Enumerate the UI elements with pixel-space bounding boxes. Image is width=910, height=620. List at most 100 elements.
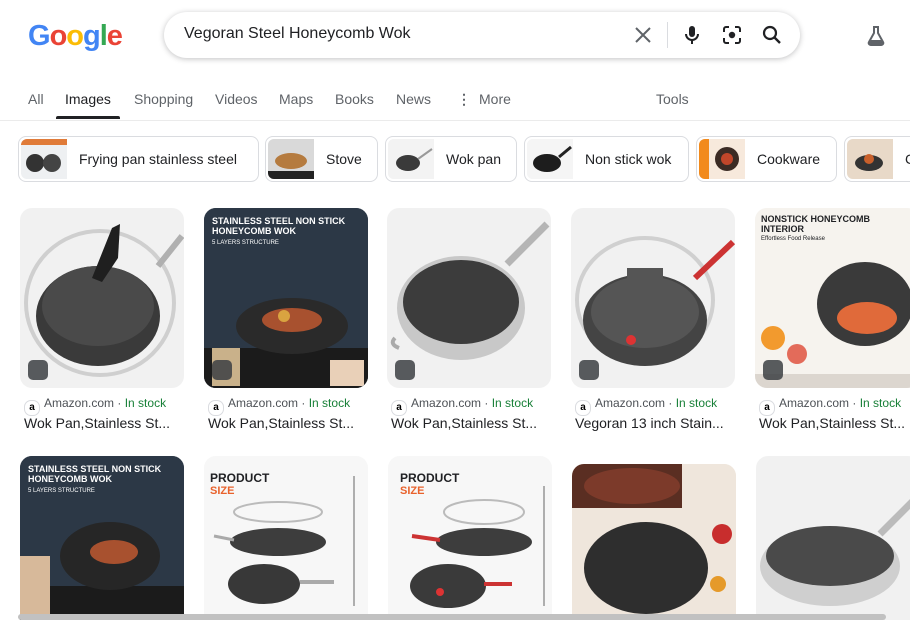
result-card[interactable]: PRODUCT SIZE: [388, 456, 552, 620]
chip-thumbnail: [527, 139, 573, 179]
separator: ·: [668, 396, 673, 410]
search-input[interactable]: Vegoran Steel Honeycomb Wok: [184, 25, 411, 43]
separator: ·: [301, 396, 306, 410]
result-image[interactable]: PRODUCT SIZE: [388, 456, 552, 620]
tab-more-label: More: [479, 91, 511, 107]
tab-more[interactable]: ⋮ More: [457, 91, 511, 108]
stock-status: In stock: [675, 396, 718, 410]
result-source[interactable]: a Amazon.com · In stock: [759, 396, 901, 416]
tab-images[interactable]: Images: [65, 91, 111, 107]
close-icon[interactable]: [631, 23, 655, 47]
chip-label: Cookware: [757, 151, 821, 167]
more-dots-icon: ⋮: [457, 91, 471, 107]
result-card[interactable]: STAINLESS STEEL NON STICK HONEYCOMB WOK …: [20, 456, 184, 620]
price-tag-icon: [763, 360, 783, 380]
result-card[interactable]: [572, 464, 736, 620]
result-source[interactable]: a Amazon.com · In stock: [391, 396, 533, 416]
chip-label: Stove: [326, 151, 362, 167]
price-tag-icon: [212, 360, 232, 380]
price-tag-icon: [579, 360, 599, 380]
result-image[interactable]: STAINLESS STEEL NON STICK HONEYCOMB WOK …: [20, 456, 184, 620]
logo-letter: l: [99, 20, 108, 52]
logo-letter: g: [83, 20, 101, 52]
amazon-icon: a: [575, 400, 591, 416]
horizontal-scrollbar[interactable]: [18, 614, 886, 620]
result-image[interactable]: [571, 208, 735, 388]
chip-non-stick-wok[interactable]: Non stick wok: [524, 136, 689, 182]
stock-status: In stock: [859, 396, 902, 410]
chip-cookware[interactable]: Cookware: [696, 136, 837, 182]
chip-label: Wok pan: [446, 151, 501, 167]
tab-all[interactable]: All: [28, 91, 44, 107]
stock-status: In stock: [308, 396, 351, 410]
tab-books[interactable]: Books: [335, 91, 374, 107]
result-image[interactable]: [756, 456, 910, 620]
result-source[interactable]: a Amazon.com · In stock: [575, 396, 717, 416]
result-caption[interactable]: Wok Pan,Stainless St...: [759, 415, 909, 431]
source-name: Amazon.com: [411, 396, 482, 410]
camera-icon[interactable]: [720, 23, 744, 47]
image-overlay-subtext: 5 LAYERS STRUCTURE: [212, 240, 279, 246]
image-overlay-text: PRODUCT: [400, 471, 460, 485]
tab-news[interactable]: News: [396, 91, 431, 107]
result-image[interactable]: [572, 464, 736, 620]
source-name: Amazon.com: [228, 396, 299, 410]
image-overlay-text: PRODUCT: [210, 471, 270, 485]
logo-letter: e: [106, 20, 123, 52]
flask-icon[interactable]: [864, 24, 888, 48]
result-image[interactable]: [387, 208, 551, 388]
source-name: Amazon.com: [595, 396, 666, 410]
chip-wok-pan[interactable]: Wok pan: [385, 136, 517, 182]
separator: ·: [852, 396, 857, 410]
stock-status: In stock: [491, 396, 534, 410]
chip-more[interactable]: C: [844, 136, 910, 182]
logo-letter: o: [49, 20, 68, 52]
image-overlay-subtext: SIZE: [210, 485, 235, 497]
result-caption[interactable]: Wok Pan,Stainless St...: [391, 415, 551, 431]
result-caption[interactable]: Wok Pan,Stainless St...: [24, 415, 184, 431]
separator: ·: [484, 396, 489, 410]
result-card[interactable]: [756, 456, 910, 620]
chip-label: Frying pan stainless steel: [79, 151, 237, 167]
source-name: Amazon.com: [779, 396, 850, 410]
chip-thumbnail: [847, 139, 893, 179]
amazon-icon: a: [24, 400, 40, 416]
image-overlay-text: STAINLESS STEEL NON STICK HONEYCOMB WOK: [28, 464, 162, 484]
tab-tools[interactable]: Tools: [656, 91, 689, 107]
amazon-icon: a: [391, 400, 407, 416]
header-divider: [0, 120, 910, 121]
image-overlay-subtext: Effortless Food Release: [761, 236, 825, 242]
google-logo[interactable]: Google: [28, 20, 123, 53]
tab-maps[interactable]: Maps: [279, 91, 313, 107]
result-image[interactable]: NONSTICK HONEYCOMB INTERIOR Effortless F…: [755, 208, 910, 388]
result-image[interactable]: [20, 208, 184, 388]
active-tab-indicator: [56, 116, 120, 119]
result-source[interactable]: a Amazon.com · In stock: [24, 396, 166, 416]
result-image[interactable]: PRODUCT SIZE: [204, 456, 368, 620]
result-caption[interactable]: Vegoran 13 inch Stain...: [575, 415, 735, 431]
chip-thumbnail: [699, 139, 745, 179]
tab-shopping[interactable]: Shopping: [134, 91, 193, 107]
source-name: Amazon.com: [44, 396, 115, 410]
result-source[interactable]: a Amazon.com · In stock: [208, 396, 350, 416]
refinement-chips: Frying pan stainless steel Stove Wok pan…: [0, 136, 910, 184]
result-image[interactable]: STAINLESS STEEL NON STICK HONEYCOMB WOK …: [204, 208, 368, 388]
chip-thumbnail: [388, 139, 434, 179]
mic-icon[interactable]: [680, 23, 704, 47]
amazon-icon: a: [759, 400, 775, 416]
search-tabs: All Images Shopping Videos Maps Books Ne…: [0, 80, 910, 120]
chip-label: C: [905, 151, 910, 167]
image-overlay-subtext: 5 LAYERS STRUCTURE: [28, 488, 95, 494]
chip-frying-pan[interactable]: Frying pan stainless steel: [18, 136, 259, 182]
image-overlay-text: STAINLESS STEEL NON STICK HONEYCOMB WOK: [212, 216, 346, 236]
result-card[interactable]: PRODUCT SIZE: [204, 456, 368, 620]
result-caption[interactable]: Wok Pan,Stainless St...: [208, 415, 368, 431]
search-box[interactable]: Vegoran Steel Honeycomb Wok: [164, 12, 800, 58]
chip-stove[interactable]: Stove: [265, 136, 378, 182]
search-divider: [667, 22, 668, 48]
tab-videos[interactable]: Videos: [215, 91, 258, 107]
price-tag-icon: [395, 360, 415, 380]
amazon-icon: a: [208, 400, 224, 416]
image-overlay-text: NONSTICK HONEYCOMB INTERIOR: [761, 214, 871, 234]
search-icon[interactable]: [760, 23, 784, 47]
